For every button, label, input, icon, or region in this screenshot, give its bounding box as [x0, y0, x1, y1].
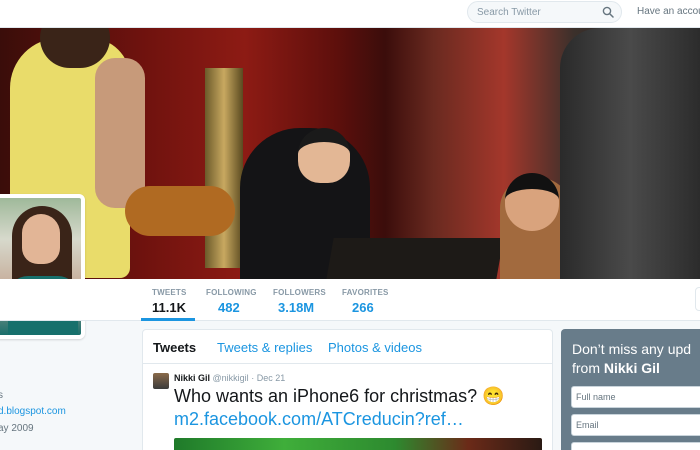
signup-title: Don’t miss any upd from Nikki Gil [572, 340, 691, 378]
avatar-face [22, 214, 60, 264]
banner-harp [205, 68, 243, 268]
have-account-link[interactable]: Have an account [637, 6, 700, 17]
tab-tweets[interactable]: Tweets [153, 340, 196, 355]
banner-music-stand [326, 238, 504, 279]
profile-website-link[interactable]: d.blogspot.com [0, 406, 66, 417]
tweet-avatar[interactable] [153, 373, 169, 389]
tweet-author-handle[interactable]: @nikkigil [213, 373, 249, 383]
password-field[interactable] [571, 442, 700, 450]
email-placeholder: Email [576, 420, 599, 430]
profile-bio-fragment: s [0, 390, 3, 401]
stat-tweets-value: 11.1K [152, 300, 186, 315]
banner-arm [95, 58, 145, 208]
profile-stats-bar: TWEETS 11.1K FOLLOWING 482 FOLLOWERS 3.1… [0, 279, 700, 321]
stat-favorites-label: FAVORITES [342, 288, 389, 297]
active-stat-underline [141, 318, 195, 321]
banner-violin [125, 186, 235, 236]
tab-photos-videos[interactable]: Photos & videos [328, 340, 422, 355]
search-icon[interactable] [602, 6, 614, 18]
signup-card: Don’t miss any upd from Nikki Gil Full n… [561, 329, 700, 450]
email-field[interactable]: Email [571, 414, 700, 436]
banner-child-head [505, 173, 559, 231]
signup-title-line1: Don’t miss any upd [572, 341, 692, 357]
stat-followers[interactable]: FOLLOWERS 3.18M [273, 288, 326, 315]
top-navigation-bar: Search Twitter Have an account [0, 0, 700, 28]
search-placeholder: Search Twitter [477, 7, 541, 18]
profile-banner-image [0, 28, 700, 279]
follow-button[interactable] [695, 287, 700, 311]
tweet-author-name[interactable]: Nikki Gil [174, 373, 210, 383]
profile-joined-date: ay 2009 [0, 423, 34, 434]
tweet-link[interactable]: m2.facebook.com/ATCreducin?ref… [174, 409, 464, 430]
stat-following[interactable]: FOLLOWING 482 [206, 288, 257, 315]
stat-favorites[interactable]: FAVORITES 266 [342, 288, 389, 315]
stat-followers-label: FOLLOWERS [273, 288, 326, 297]
stat-favorites-value: 266 [352, 300, 374, 315]
full-name-field[interactable]: Full name [571, 386, 700, 408]
search-input[interactable]: Search Twitter [467, 1, 622, 23]
tweet-header: Nikki Gil @nikkigil · Dec 21 [174, 373, 285, 383]
stat-following-label: FOLLOWING [206, 288, 257, 297]
signup-title-name: Nikki Gil [603, 360, 660, 376]
tweet-media-image[interactable] [174, 438, 542, 450]
stat-tweets-label: TWEETS [152, 288, 187, 297]
tweet-date[interactable]: Dec 21 [257, 373, 286, 383]
stat-followers-value: 3.18M [278, 300, 315, 315]
banner-conductor [560, 28, 700, 279]
tweet-separator: · [251, 373, 255, 383]
tab-tweets-replies[interactable]: Tweets & replies [217, 340, 312, 355]
timeline-tabs: Tweets Tweets & replies Photos & videos [143, 330, 552, 364]
tweet-text: Who wants an iPhone6 for christmas? 😁 [174, 386, 505, 406]
stat-following-value: 482 [218, 300, 240, 315]
timeline-card: Tweets Tweets & replies Photos & videos … [142, 329, 553, 450]
full-name-placeholder: Full name [576, 392, 616, 402]
stat-tweets[interactable]: TWEETS 11.1K [152, 288, 187, 315]
signup-title-prefix: from [572, 360, 604, 376]
banner-violinist-head [298, 128, 350, 183]
profile-name-fragment: l [0, 347, 1, 368]
